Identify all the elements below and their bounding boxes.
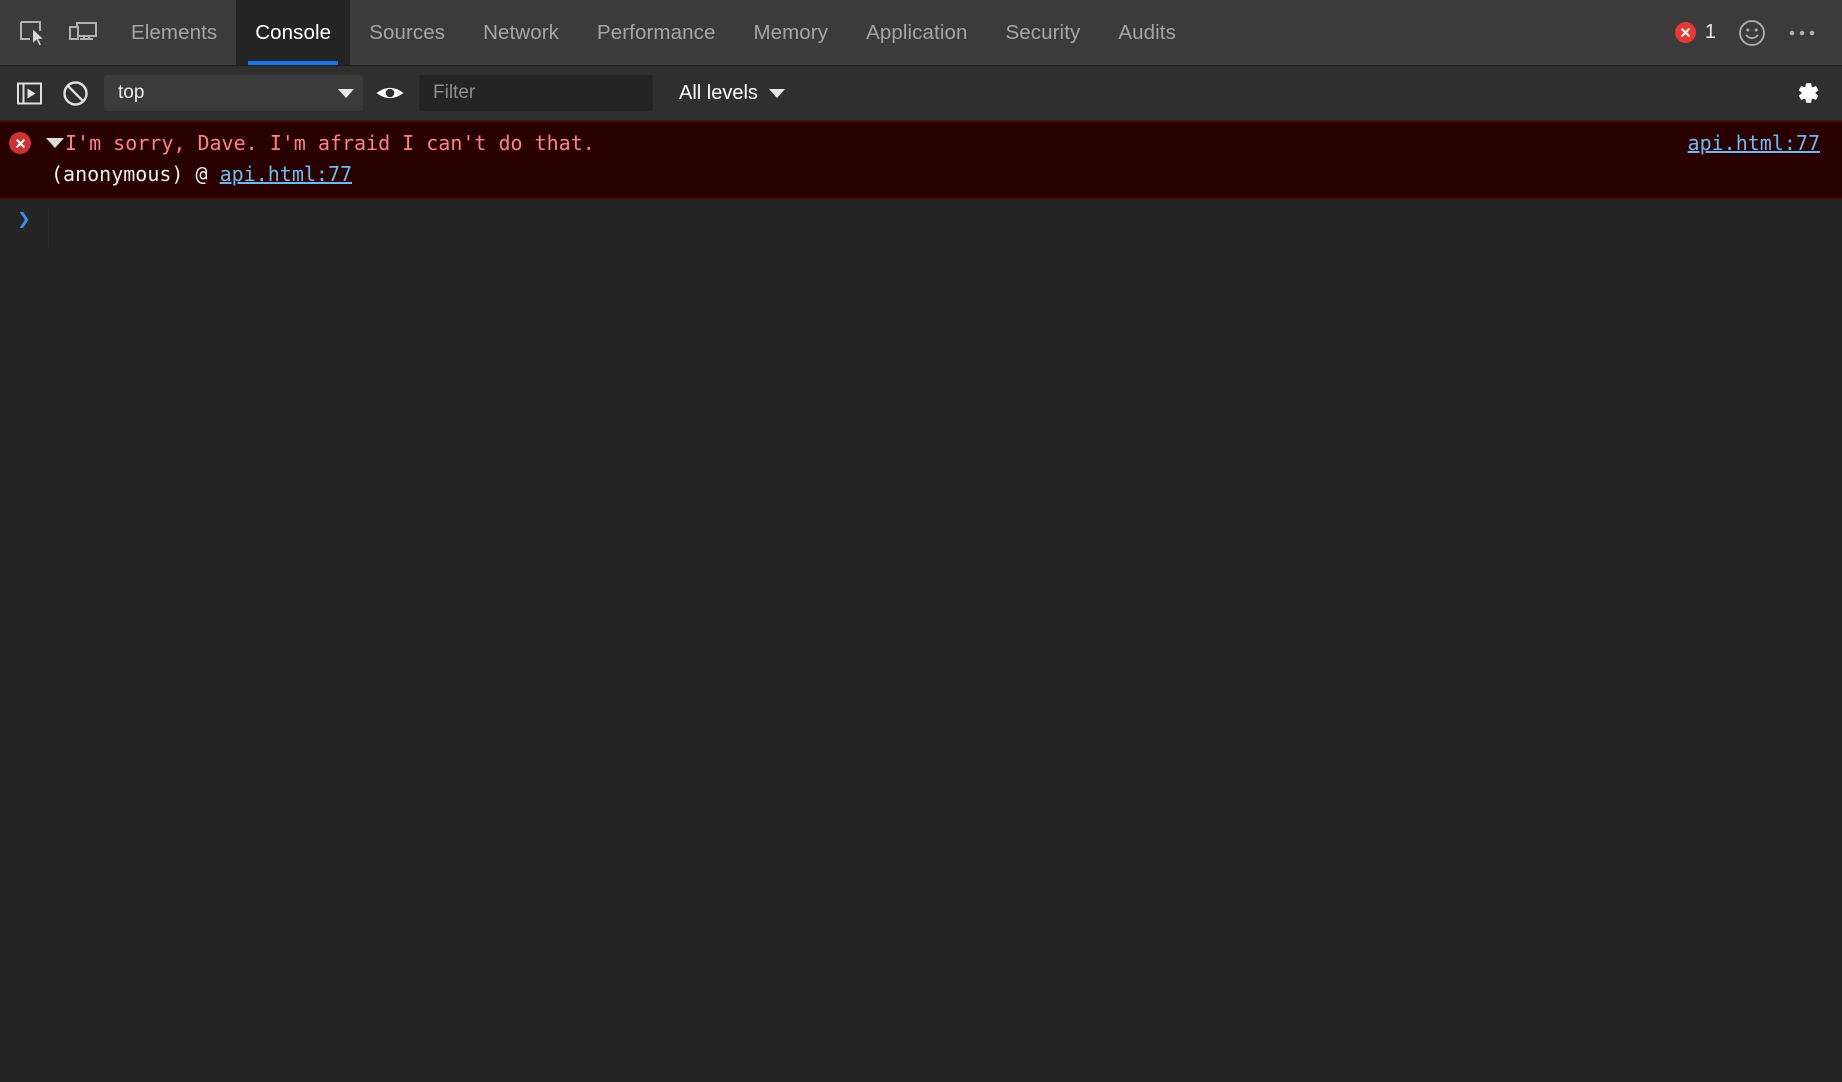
chevron-down-icon [769,89,785,98]
tab-label: Application [866,21,967,45]
error-count-label: 1 [1705,21,1716,44]
console-prompt-gutter: ❯ [0,207,49,247]
console-prompt-input[interactable] [49,207,1842,247]
tab-label: Network [483,21,559,45]
console-filter-input[interactable] [419,75,653,111]
console-error-text: I'm sorry, Dave. I'm afraid I can't do t… [65,129,595,158]
tab-label: Sources [369,21,445,45]
smiley-face-icon[interactable] [1728,9,1776,57]
console-toolbar-right [1784,70,1842,116]
devtools-tool-icons [0,0,112,65]
console-sidebar-toggle-icon[interactable] [6,70,52,116]
live-expression-eye-icon[interactable] [367,70,413,116]
console-message-area[interactable]: I'm sorry, Dave. I'm afraid I can't do t… [0,121,1842,1082]
stack-frame-link[interactable]: api.html:77 [220,162,352,186]
tab-security[interactable]: Security [986,0,1099,65]
console-message-header: I'm sorry, Dave. I'm afraid I can't do t… [0,129,1842,158]
expand-triangle-icon[interactable] [46,138,64,148]
devtools-tabbar: Elements Console Sources Network Perform… [0,0,1842,66]
clear-console-icon[interactable] [52,70,98,116]
device-toolbar-icon[interactable] [58,8,108,58]
log-levels-select[interactable]: All levels [669,75,795,111]
error-circle-icon [9,132,31,154]
tab-label: Memory [753,21,828,45]
inspect-element-icon[interactable] [8,8,58,58]
tab-performance[interactable]: Performance [578,0,734,65]
tab-memory[interactable]: Memory [734,0,847,65]
console-stack-frame: (anonymous) @ api.html:77 [0,160,1842,189]
console-prompt-row[interactable]: ❯ [0,199,1842,247]
tab-label: Elements [131,21,217,45]
chevron-down-icon [338,89,354,98]
tab-label: Audits [1118,21,1176,45]
tab-audits[interactable]: Audits [1099,0,1195,65]
tab-active-underline [248,61,338,65]
execution-context-select[interactable]: top [104,75,363,111]
stack-frame-name: (anonymous) @ [51,162,220,186]
tab-sources[interactable]: Sources [350,0,464,65]
tab-console[interactable]: Console [236,0,350,65]
devtools-window: Elements Console Sources Network Perform… [0,0,1842,1082]
devtools-tabs: Elements Console Sources Network Perform… [112,0,1195,65]
error-circle-icon [1675,22,1696,43]
tab-label: Security [1005,21,1080,45]
error-count-badge[interactable]: 1 [1665,21,1726,44]
log-levels-value: All levels [679,82,758,105]
tabbar-right-controls: 1 [1665,0,1842,65]
prompt-arrow-icon: ❯ [17,209,30,231]
tab-label: Performance [597,21,715,45]
console-toolbar: top All levels [0,66,1842,121]
console-message-error[interactable]: I'm sorry, Dave. I'm afraid I can't do t… [0,121,1842,199]
tab-label: Console [255,21,331,45]
tab-application[interactable]: Application [847,0,986,65]
execution-context-value: top [118,82,144,104]
settings-gear-icon[interactable] [1784,70,1830,116]
console-source-link[interactable]: api.html:77 [1688,131,1820,155]
tab-network[interactable]: Network [464,0,578,65]
tab-elements[interactable]: Elements [112,0,236,65]
more-options-icon[interactable] [1778,9,1826,57]
